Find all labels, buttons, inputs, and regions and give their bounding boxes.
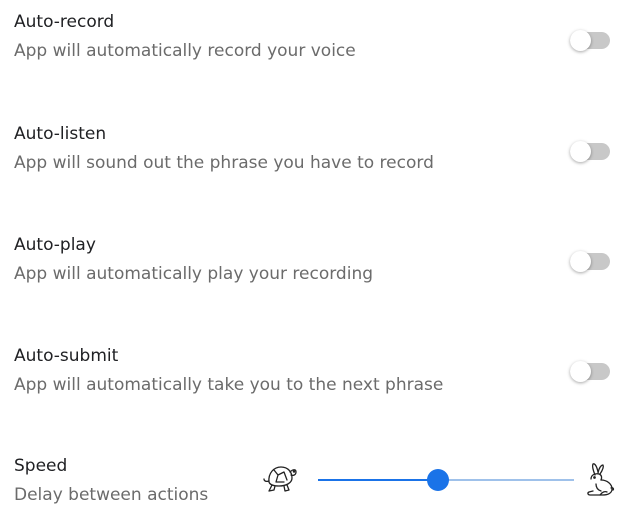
auto-submit-toggle[interactable] (570, 361, 610, 382)
toggle-knob (570, 361, 591, 382)
toggle-knob (570, 30, 591, 51)
rabbit-icon (587, 463, 615, 496)
auto-listen-toggle[interactable] (570, 141, 610, 162)
setting-description: Delay between actions (14, 485, 209, 505)
slider-track-fill (318, 479, 439, 481)
toggle-knob (570, 251, 591, 272)
setting-title: Auto-play (14, 235, 96, 255)
setting-description: App will automatically record your voice (14, 41, 356, 61)
auto-play-toggle[interactable] (570, 251, 610, 272)
setting-description: App will automatically take you to the n… (14, 375, 444, 395)
setting-title: Speed (14, 456, 68, 476)
turtle-icon (263, 466, 297, 492)
setting-description: App will automatically play your recordi… (14, 264, 374, 284)
auto-record-toggle[interactable] (570, 30, 610, 51)
setting-title: Auto-submit (14, 346, 119, 366)
setting-title: Auto-record (14, 12, 115, 32)
speed-slider[interactable] (262, 460, 622, 500)
setting-description: App will sound out the phrase you have t… (14, 153, 434, 173)
toggle-knob (570, 141, 591, 162)
slider-thumb[interactable] (427, 469, 450, 491)
setting-title: Auto-listen (14, 124, 107, 144)
